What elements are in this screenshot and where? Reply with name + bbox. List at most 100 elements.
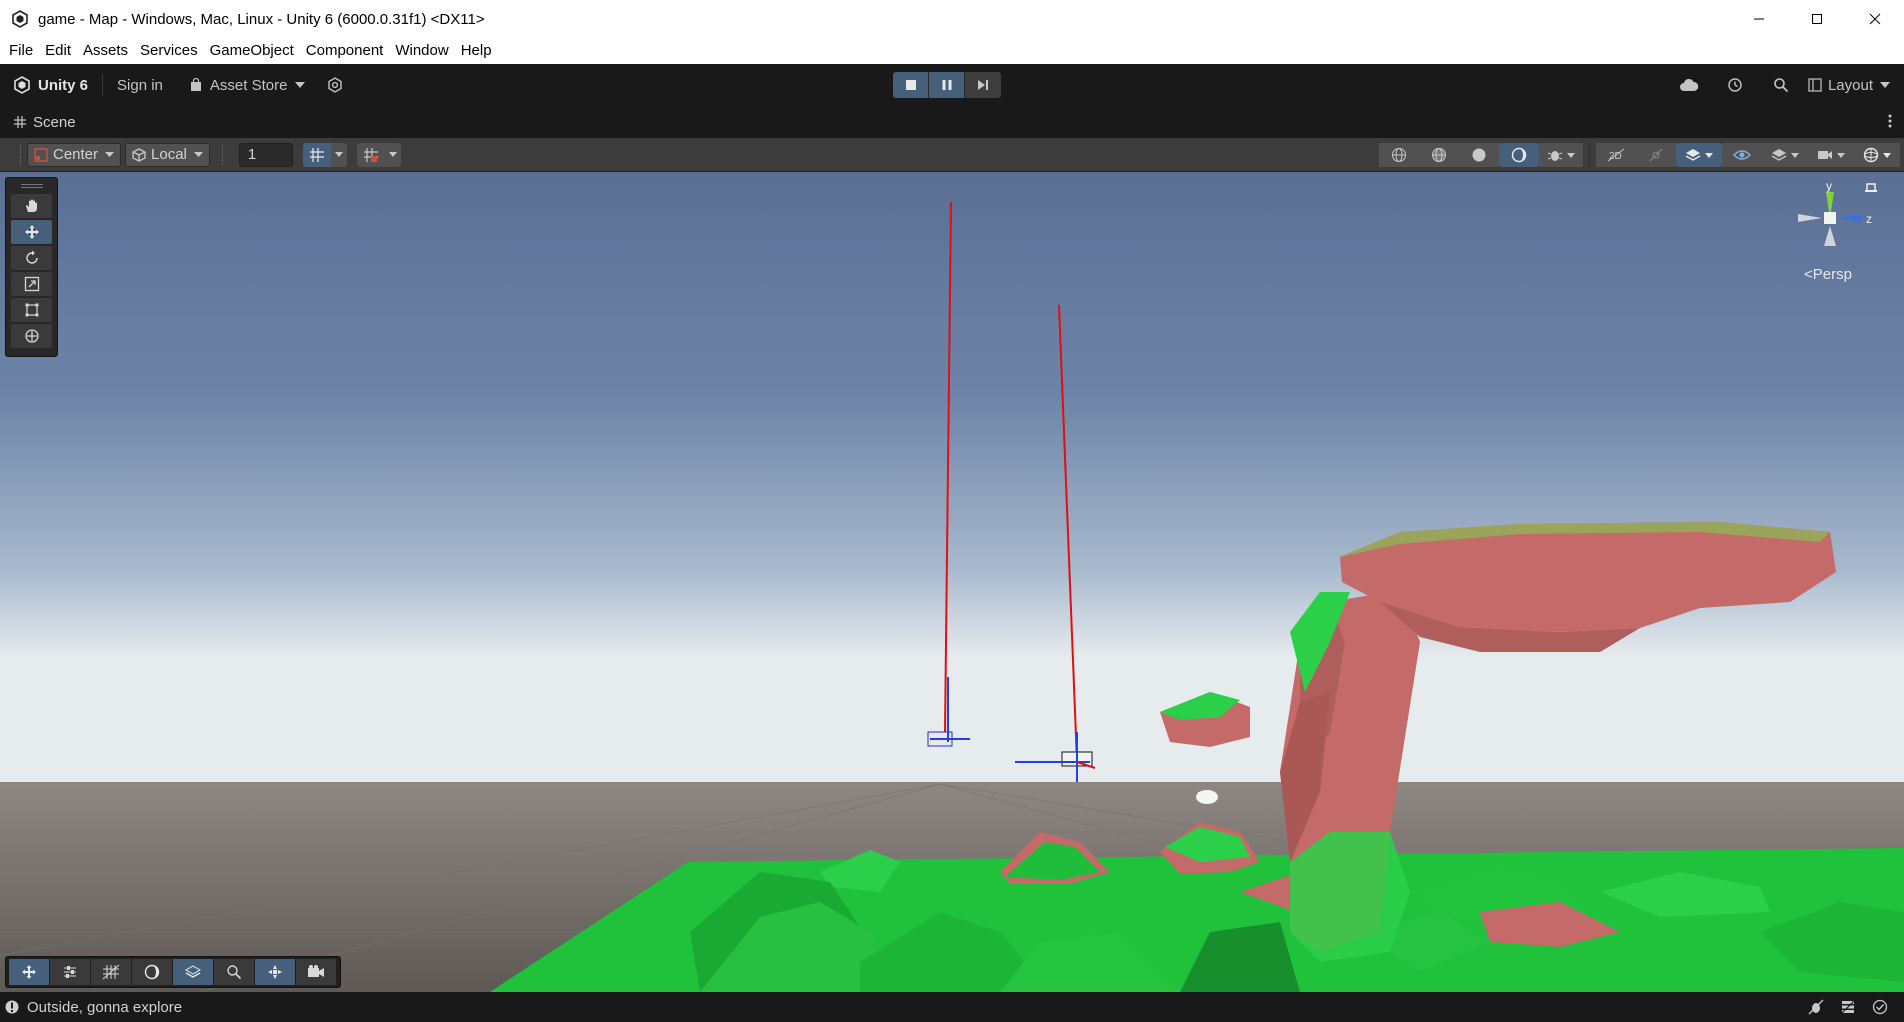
toolbar-grip [221, 144, 225, 165]
scene-viewport[interactable]: y z <Persp [0, 172, 1904, 992]
overlay-layers-button[interactable] [173, 959, 213, 985]
snap-grid-icon [363, 147, 378, 162]
tab-more-button[interactable] [1888, 114, 1892, 133]
info-message-icon [5, 1000, 19, 1014]
pivot-mode-dropdown[interactable]: Center [27, 142, 122, 167]
status-bar[interactable]: Outside, gonna explore [0, 992, 1904, 1022]
package-settings-button[interactable] [327, 77, 343, 93]
chevron-down-icon [1880, 82, 1890, 88]
play-button[interactable] [893, 72, 929, 98]
close-button[interactable] [1846, 0, 1904, 38]
grid-snap-input[interactable]: 1 [238, 142, 293, 167]
grid-snap-toggle[interactable] [356, 142, 401, 167]
shaded-wire-sphere-icon [1432, 148, 1446, 162]
debug-draw-mode-dropdown[interactable] [1539, 143, 1583, 167]
hand-icon [25, 199, 37, 212]
pivot-rotation-label: Local [151, 146, 187, 163]
pivot-mode-label: Center [53, 146, 99, 163]
account-dropdown[interactable]: Unity 6 [13, 70, 88, 100]
shaded-mode-button[interactable] [1459, 143, 1499, 167]
pause-button[interactable] [929, 72, 965, 98]
menu-window[interactable]: Window [389, 39, 454, 63]
search-icon [227, 965, 242, 980]
move-arrows-icon [22, 965, 36, 979]
menu-file[interactable]: File [3, 39, 39, 63]
history-icon [1728, 78, 1742, 92]
projection-toggle[interactable]: <Persp [1804, 266, 1852, 283]
grid-toggle-button[interactable] [302, 142, 331, 167]
minimize-button[interactable] [1730, 0, 1788, 38]
cache-server-button[interactable] [1832, 998, 1864, 1016]
gear-icon [328, 77, 343, 93]
overlay-grip[interactable] [20, 184, 43, 188]
menu-assets[interactable]: Assets [77, 39, 134, 63]
rect-tool-button[interactable] [11, 298, 52, 322]
asset-store-dropdown[interactable]: Asset Store [189, 77, 306, 94]
overlay-tool-settings-button[interactable] [50, 959, 90, 985]
maximize-button[interactable] [1788, 0, 1846, 38]
layers-icon [1771, 149, 1787, 161]
overlay-camera-button[interactable] [296, 959, 336, 985]
pivot-center-icon [34, 147, 48, 162]
eye-icon [1733, 150, 1751, 160]
scene-tab-bar: Scene [0, 106, 1904, 138]
pivot-rotation-dropdown[interactable]: Local [125, 142, 210, 167]
toolbar-grip[interactable] [20, 144, 23, 165]
undo-history-button[interactable] [1712, 70, 1758, 100]
scene-render [0, 172, 1904, 992]
grid-hash-icon [14, 116, 26, 128]
step-button[interactable] [965, 72, 1001, 98]
transform-tool-button[interactable] [11, 324, 52, 348]
projection-label: Persp [1812, 266, 1852, 283]
search-button[interactable] [1758, 70, 1804, 100]
wireframe-mode-button[interactable] [1379, 143, 1419, 167]
layers-dropdown[interactable] [1762, 143, 1808, 167]
snap-options-dropdown[interactable] [384, 142, 401, 167]
grid-visibility-toggle[interactable] [302, 142, 347, 167]
overlay-search-button[interactable] [214, 959, 254, 985]
camera-icon [1818, 151, 1832, 159]
gizmos-dropdown[interactable] [1854, 143, 1900, 167]
menu-gameobject[interactable]: GameObject [204, 39, 300, 63]
layout-dropdown[interactable]: Layout [1808, 77, 1890, 94]
sliders-icon [64, 966, 76, 978]
scene-visibility-button[interactable] [1722, 143, 1762, 167]
hand-tool-button[interactable] [11, 194, 52, 218]
menu-edit[interactable]: Edit [39, 39, 77, 63]
debug-mode-button[interactable] [1800, 998, 1832, 1016]
effects-toggle-dropdown[interactable] [1676, 143, 1722, 167]
shaded-wireframe-button[interactable] [1419, 143, 1459, 167]
main-toolbar: Unity 6 Sign in Asset Store Layout [0, 64, 1904, 106]
overlay-orientation-button[interactable] [255, 959, 295, 985]
rotate-tool-button[interactable] [11, 246, 52, 270]
menu-component[interactable]: Component [300, 39, 390, 63]
grid-options-dropdown[interactable] [330, 142, 347, 167]
unlit-mode-button[interactable] [1499, 143, 1539, 167]
sign-in-button[interactable]: Sign in [117, 77, 163, 94]
cloud-button[interactable] [1666, 70, 1712, 100]
progress-status-button[interactable] [1864, 998, 1896, 1016]
overlay-move-button[interactable] [9, 959, 49, 985]
move-tool-button[interactable] [11, 220, 52, 244]
status-indicators [1800, 998, 1896, 1016]
tab-scene[interactable]: Scene [14, 114, 76, 131]
scale-tool-button[interactable] [11, 272, 52, 296]
gizmos-sphere-icon [1863, 147, 1879, 163]
gizmo-y-label: y [1826, 182, 1832, 193]
menu-help[interactable]: Help [455, 39, 498, 63]
bug-off-icon [1808, 999, 1824, 1015]
check-circle-icon [1872, 999, 1888, 1015]
chevron-down-icon [1883, 152, 1891, 158]
chevron-down-icon [1567, 152, 1575, 158]
snap-toggle-button[interactable] [356, 142, 385, 167]
sky [0, 172, 1904, 812]
2d-toggle-button[interactable]: 2D [1596, 143, 1636, 167]
overlay-shading-button[interactable] [132, 959, 172, 985]
camera-settings-dropdown[interactable] [1808, 143, 1854, 167]
overlay-grid-button[interactable] [91, 959, 131, 985]
menu-services[interactable]: Services [134, 39, 204, 63]
orientation-gizmo[interactable]: y z <Persp [1778, 179, 1888, 292]
stop-icon [905, 80, 916, 90]
chevron-down-icon [193, 152, 203, 157]
lighting-toggle-button[interactable] [1636, 143, 1676, 167]
